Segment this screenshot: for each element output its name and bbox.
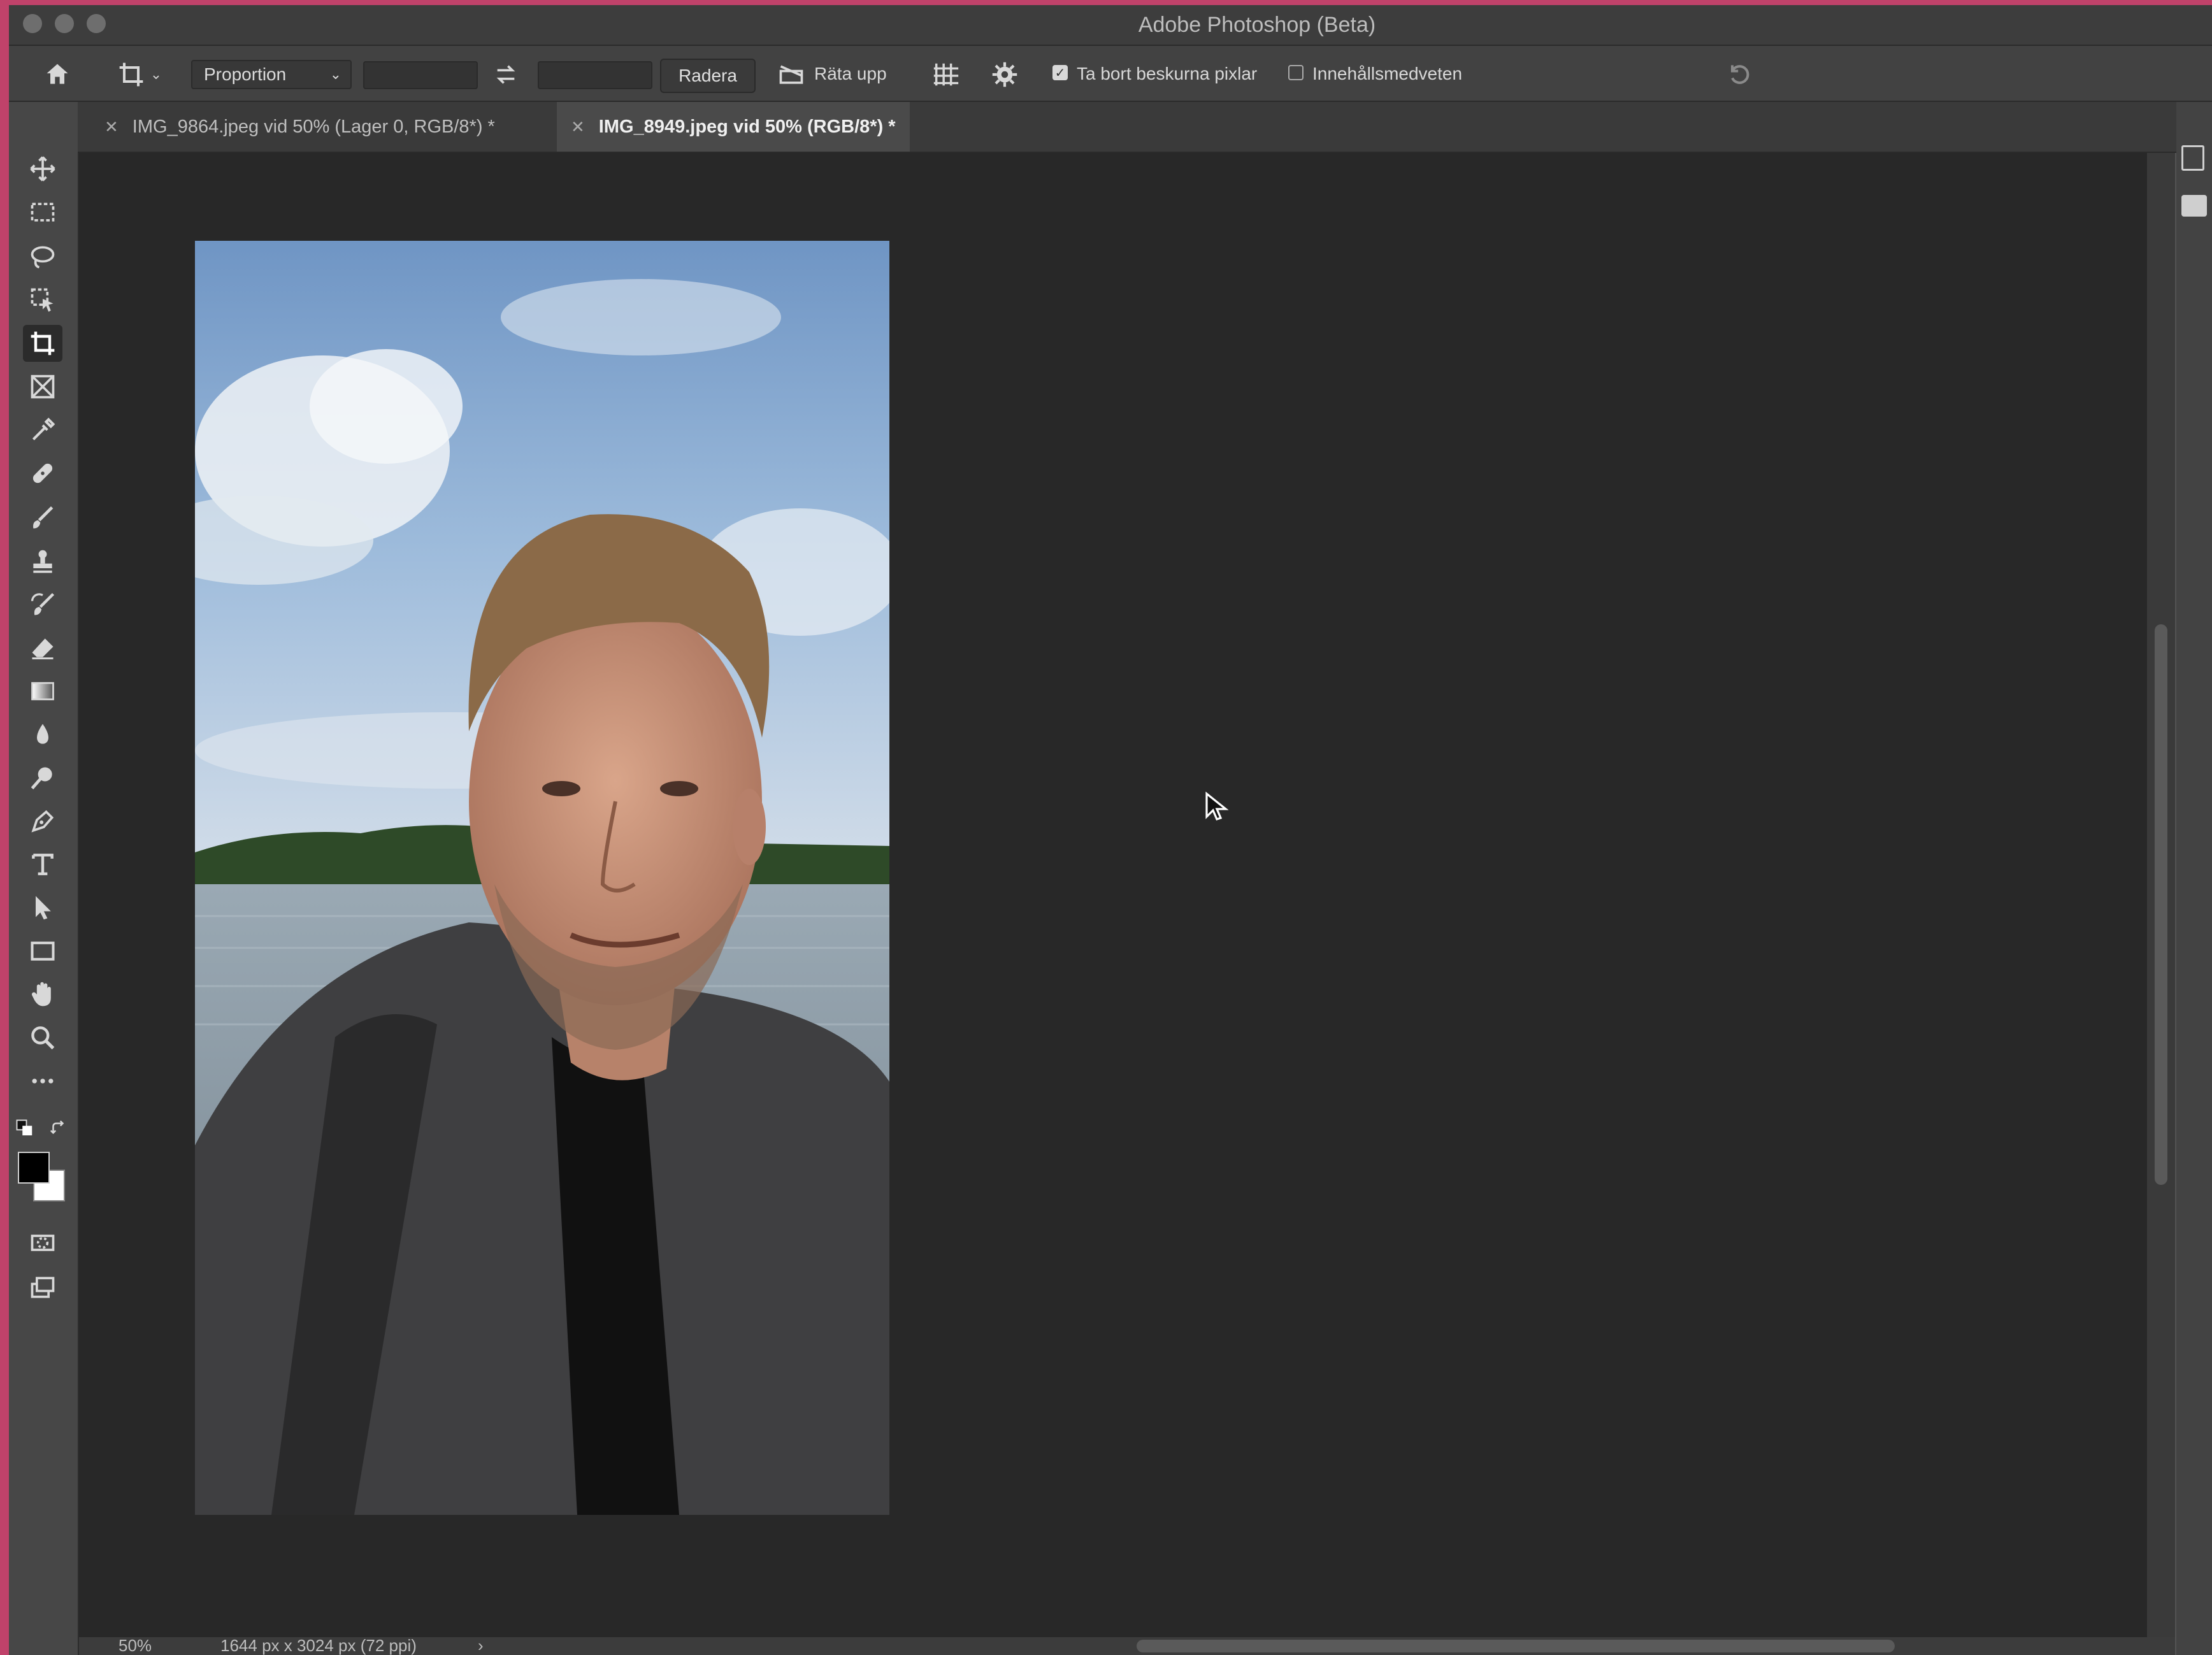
straighten-label[interactable]: Räta upp [814,64,887,84]
chevron-right-icon[interactable]: › [478,1636,484,1655]
options-bar: ⌄ Proportion ⌄ Radera Räta upp ✓ Ta bort… [9,46,2212,102]
foreground-color-swatch[interactable] [18,1152,50,1184]
tab-label: IMG_9864.jpeg vid 50% (Lager 0, RGB/8*) … [132,116,495,137]
hand-icon[interactable] [23,976,62,1013]
default-colors-icon[interactable] [15,1119,34,1138]
stamp-icon[interactable] [23,543,62,580]
properties-icon[interactable] [2181,145,2204,171]
gradient-icon[interactable] [23,673,62,710]
blur-icon[interactable] [23,716,62,753]
delete-cropped-checkbox[interactable]: ✓ [1052,65,1068,80]
eraser-icon[interactable] [23,629,62,666]
clear-button[interactable]: Radera [660,59,756,93]
ratio-dropdown-value: Proportion [204,64,287,84]
tab-img-8949[interactable]: ✕ IMG_8949.jpeg vid 50% (RGB/8*) * [557,102,910,152]
gear-icon[interactable] [985,57,1024,92]
more-icon[interactable] [23,1063,62,1100]
document-image[interactable] [195,241,889,1515]
straighten-icon[interactable] [772,59,810,90]
tab-img-9864[interactable]: ✕ IMG_9864.jpeg vid 50% (Lager 0, RGB/8*… [90,102,509,152]
document-canvas[interactable] [79,153,2147,1637]
reset-icon[interactable] [1720,57,1758,92]
delete-cropped-label[interactable]: Ta bort beskurna pixlar [1077,64,1257,84]
object-select-icon[interactable] [23,282,62,319]
comments-icon[interactable] [2181,195,2207,217]
marquee-icon[interactable] [23,194,62,231]
brush-icon[interactable] [23,499,62,536]
right-panel-dock [2176,102,2212,1655]
eyedropper-icon[interactable] [23,412,62,448]
dodge-icon[interactable] [23,759,62,796]
title-bar: Adobe Photoshop (Beta) [9,5,2212,46]
type-icon[interactable] [23,846,62,883]
rectangle-icon[interactable] [23,933,62,970]
screen-mode-icon[interactable] [23,1269,62,1306]
ratio-dropdown[interactable]: Proportion ⌄ [191,60,352,89]
swap-icon[interactable] [488,60,524,89]
width-field[interactable] [363,61,478,89]
healing-icon[interactable] [23,455,62,492]
swap-colors-icon[interactable] [48,1119,68,1138]
close-icon[interactable]: ✕ [571,117,585,137]
quick-mask-icon[interactable] [23,1224,62,1261]
lasso-icon[interactable] [23,238,62,275]
crop-preset-picker[interactable]: ⌄ [104,57,175,92]
content-aware-label[interactable]: Innehållsmedveten [1312,64,1462,84]
status-bar: 50% 1644 px x 3024 px (72 ppi) › [79,1636,2175,1655]
horizontal-scrollbar-thumb[interactable] [1137,1640,1895,1652]
zoom-level[interactable]: 50% [118,1636,152,1655]
photoshop-window: Adobe Photoshop (Beta) ⌄ Proportion ⌄ Ra… [9,5,2212,1655]
path-select-icon[interactable] [23,889,62,926]
chevron-down-icon: ⌄ [329,66,341,82]
document-tabs: ✕ IMG_9864.jpeg vid 50% (Lager 0, RGB/8*… [78,102,2212,153]
tools-panel [9,102,79,1655]
move-icon[interactable] [23,150,62,187]
grid-overlay-icon[interactable] [926,57,966,92]
window-title: Adobe Photoshop (Beta) [1138,13,1376,37]
chevron-down-icon: ⌄ [150,66,162,82]
vertical-scrollbar[interactable] [2147,153,2175,1637]
tab-label: IMG_8949.jpeg vid 50% (RGB/8*) * [598,116,896,137]
home-icon[interactable] [37,59,78,90]
cursor-icon [1205,791,1229,820]
close-icon[interactable]: ✕ [104,117,118,137]
crop-icon[interactable] [23,325,62,362]
history-brush-icon[interactable] [23,586,62,623]
scrollbar-thumb[interactable] [2155,624,2167,1185]
frame-icon[interactable] [23,368,62,405]
content-aware-checkbox[interactable] [1288,65,1304,80]
pen-icon[interactable] [23,803,62,840]
document-info: 1644 px x 3024 px (72 ppi) [220,1636,417,1655]
zoom-icon[interactable] [23,1019,62,1056]
height-field[interactable] [538,61,652,89]
